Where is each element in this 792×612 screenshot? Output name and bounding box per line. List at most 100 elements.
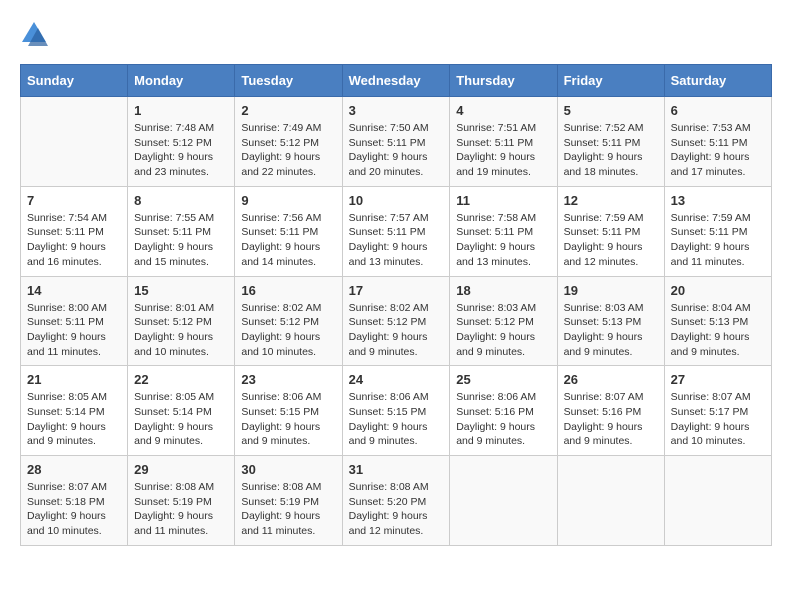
calendar-cell: 8 Sunrise: 7:55 AMSunset: 5:11 PMDaylight… — [128, 186, 235, 276]
day-number: 8 — [134, 193, 228, 208]
calendar-cell: 15 Sunrise: 8:01 AMSunset: 5:12 PMDayligh… — [128, 276, 235, 366]
day-info: Sunrise: 7:57 AMSunset: 5:11 PMDaylight:… — [349, 211, 444, 270]
day-number: 16 — [241, 283, 335, 298]
day-number: 14 — [27, 283, 121, 298]
day-number: 30 — [241, 462, 335, 477]
column-header-monday: Monday — [128, 65, 235, 97]
day-number: 17 — [349, 283, 444, 298]
day-number: 13 — [671, 193, 765, 208]
day-number: 24 — [349, 372, 444, 387]
day-number: 31 — [349, 462, 444, 477]
calendar-cell: 24 Sunrise: 8:06 AMSunset: 5:15 PMDayligh… — [342, 366, 450, 456]
week-row-5: 28 Sunrise: 8:07 AMSunset: 5:18 PMDayligh… — [21, 456, 772, 546]
day-number: 22 — [134, 372, 228, 387]
logo-icon — [20, 20, 48, 48]
page-header — [20, 20, 772, 48]
column-header-wednesday: Wednesday — [342, 65, 450, 97]
week-row-2: 7 Sunrise: 7:54 AMSunset: 5:11 PMDaylight… — [21, 186, 772, 276]
calendar-cell: 1Sunrise: 7:48 AMSunset: 5:12 PMDaylight… — [128, 97, 235, 187]
header-row: SundayMondayTuesdayWednesdayThursdayFrid… — [21, 65, 772, 97]
calendar-cell: 26Sunrise: 8:07 AMSunset: 5:16 PMDayligh… — [557, 366, 664, 456]
day-number: 27 — [671, 372, 765, 387]
week-row-3: 14Sunrise: 8:00 AMSunset: 5:11 PMDayligh… — [21, 276, 772, 366]
day-number: 15 — [134, 283, 228, 298]
calendar-cell — [664, 456, 771, 546]
week-row-1: 1Sunrise: 7:48 AMSunset: 5:12 PMDaylight… — [21, 97, 772, 187]
column-header-tuesday: Tuesday — [235, 65, 342, 97]
day-info: Sunrise: 7:58 AMSunset: 5:11 PMDaylight:… — [456, 211, 550, 270]
day-number: 11 — [456, 193, 550, 208]
column-header-sunday: Sunday — [21, 65, 128, 97]
week-row-4: 21 Sunrise: 8:05 AMSunset: 5:14 PMDayligh… — [21, 366, 772, 456]
day-info: Sunrise: 8:07 AMSunset: 5:18 PMDaylight:… — [27, 480, 121, 539]
day-info: Sunrise: 8:05 AMSunset: 5:14 PMDaylight:… — [27, 390, 121, 449]
day-info: Sunrise: 8:08 AMSunset: 5:20 PMDaylight:… — [349, 480, 444, 539]
day-info: Sunrise: 8:06 AMSunset: 5:15 PMDaylight:… — [349, 390, 444, 449]
column-header-thursday: Thursday — [450, 65, 557, 97]
logo — [20, 20, 52, 48]
calendar-cell — [450, 456, 557, 546]
day-number: 18 — [456, 283, 550, 298]
calendar-cell: 29 Sunrise: 8:08 AMSunset: 5:19 PMDayligh… — [128, 456, 235, 546]
calendar-cell: 22 Sunrise: 8:05 AMSunset: 5:14 PMDayligh… — [128, 366, 235, 456]
calendar-cell: 4 Sunrise: 7:51 AMSunset: 5:11 PMDaylight… — [450, 97, 557, 187]
calendar-cell: 28 Sunrise: 8:07 AMSunset: 5:18 PMDayligh… — [21, 456, 128, 546]
day-number: 10 — [349, 193, 444, 208]
day-number: 23 — [241, 372, 335, 387]
day-info: Sunrise: 8:07 AMSunset: 5:17 PMDaylight:… — [671, 390, 765, 449]
day-number: 4 — [456, 103, 550, 118]
calendar-cell: 12 Sunrise: 7:59 AMSunset: 5:11 PMDayligh… — [557, 186, 664, 276]
calendar-cell: 17Sunrise: 8:02 AMSunset: 5:12 PMDayligh… — [342, 276, 450, 366]
day-number: 3 — [349, 103, 444, 118]
day-number: 25 — [456, 372, 550, 387]
day-number: 29 — [134, 462, 228, 477]
day-info: Sunrise: 8:02 AMSunset: 5:12 PMDaylight:… — [241, 301, 335, 360]
calendar-cell: 3Sunrise: 7:50 AMSunset: 5:11 PMDaylight… — [342, 97, 450, 187]
day-number: 21 — [27, 372, 121, 387]
calendar-cell: 20Sunrise: 8:04 AMSunset: 5:13 PMDayligh… — [664, 276, 771, 366]
day-info: Sunrise: 7:59 AMSunset: 5:11 PMDaylight:… — [671, 211, 765, 270]
calendar-cell: 31 Sunrise: 8:08 AMSunset: 5:20 PMDayligh… — [342, 456, 450, 546]
day-info: Sunrise: 7:59 AMSunset: 5:11 PMDaylight:… — [564, 211, 658, 270]
day-info: Sunrise: 8:03 AMSunset: 5:13 PMDaylight:… — [564, 301, 658, 360]
day-info: Sunrise: 7:52 AMSunset: 5:11 PMDaylight:… — [564, 121, 658, 180]
day-info: Sunrise: 8:08 AMSunset: 5:19 PMDaylight:… — [134, 480, 228, 539]
day-info: Sunrise: 7:53 AMSunset: 5:11 PMDaylight:… — [671, 121, 765, 180]
calendar-table: SundayMondayTuesdayWednesdayThursdayFrid… — [20, 64, 772, 546]
day-info: Sunrise: 7:48 AMSunset: 5:12 PMDaylight:… — [134, 121, 228, 180]
calendar-cell: 19Sunrise: 8:03 AMSunset: 5:13 PMDayligh… — [557, 276, 664, 366]
day-info: Sunrise: 8:06 AMSunset: 5:16 PMDaylight:… — [456, 390, 550, 449]
day-number: 20 — [671, 283, 765, 298]
day-info: Sunrise: 8:01 AMSunset: 5:12 PMDaylight:… — [134, 301, 228, 360]
calendar-cell: 27 Sunrise: 8:07 AMSunset: 5:17 PMDayligh… — [664, 366, 771, 456]
day-info: Sunrise: 7:56 AMSunset: 5:11 PMDaylight:… — [241, 211, 335, 270]
calendar-cell: 25 Sunrise: 8:06 AMSunset: 5:16 PMDayligh… — [450, 366, 557, 456]
column-header-friday: Friday — [557, 65, 664, 97]
calendar-cell: 2Sunrise: 7:49 AMSunset: 5:12 PMDaylight… — [235, 97, 342, 187]
column-header-saturday: Saturday — [664, 65, 771, 97]
calendar-cell: 14Sunrise: 8:00 AMSunset: 5:11 PMDayligh… — [21, 276, 128, 366]
day-number: 28 — [27, 462, 121, 477]
day-number: 2 — [241, 103, 335, 118]
calendar-cell: 13 Sunrise: 7:59 AMSunset: 5:11 PMDayligh… — [664, 186, 771, 276]
calendar-cell — [557, 456, 664, 546]
day-info: Sunrise: 8:03 AMSunset: 5:12 PMDaylight:… — [456, 301, 550, 360]
day-number: 5 — [564, 103, 658, 118]
day-info: Sunrise: 7:54 AMSunset: 5:11 PMDaylight:… — [27, 211, 121, 270]
calendar-cell: 7 Sunrise: 7:54 AMSunset: 5:11 PMDaylight… — [21, 186, 128, 276]
day-info: Sunrise: 7:55 AMSunset: 5:11 PMDaylight:… — [134, 211, 228, 270]
calendar-cell: 5 Sunrise: 7:52 AMSunset: 5:11 PMDaylight… — [557, 97, 664, 187]
day-info: Sunrise: 7:51 AMSunset: 5:11 PMDaylight:… — [456, 121, 550, 180]
day-number: 7 — [27, 193, 121, 208]
calendar-cell: 11 Sunrise: 7:58 AMSunset: 5:11 PMDayligh… — [450, 186, 557, 276]
day-info: Sunrise: 8:08 AMSunset: 5:19 PMDaylight:… — [241, 480, 335, 539]
calendar-cell: 16 Sunrise: 8:02 AMSunset: 5:12 PMDayligh… — [235, 276, 342, 366]
calendar-cell: 18 Sunrise: 8:03 AMSunset: 5:12 PMDayligh… — [450, 276, 557, 366]
day-info: Sunrise: 8:05 AMSunset: 5:14 PMDaylight:… — [134, 390, 228, 449]
calendar-cell: 6Sunrise: 7:53 AMSunset: 5:11 PMDaylight… — [664, 97, 771, 187]
calendar-cell: 10 Sunrise: 7:57 AMSunset: 5:11 PMDayligh… — [342, 186, 450, 276]
calendar-cell — [21, 97, 128, 187]
calendar-cell: 23Sunrise: 8:06 AMSunset: 5:15 PMDayligh… — [235, 366, 342, 456]
day-number: 12 — [564, 193, 658, 208]
day-number: 26 — [564, 372, 658, 387]
